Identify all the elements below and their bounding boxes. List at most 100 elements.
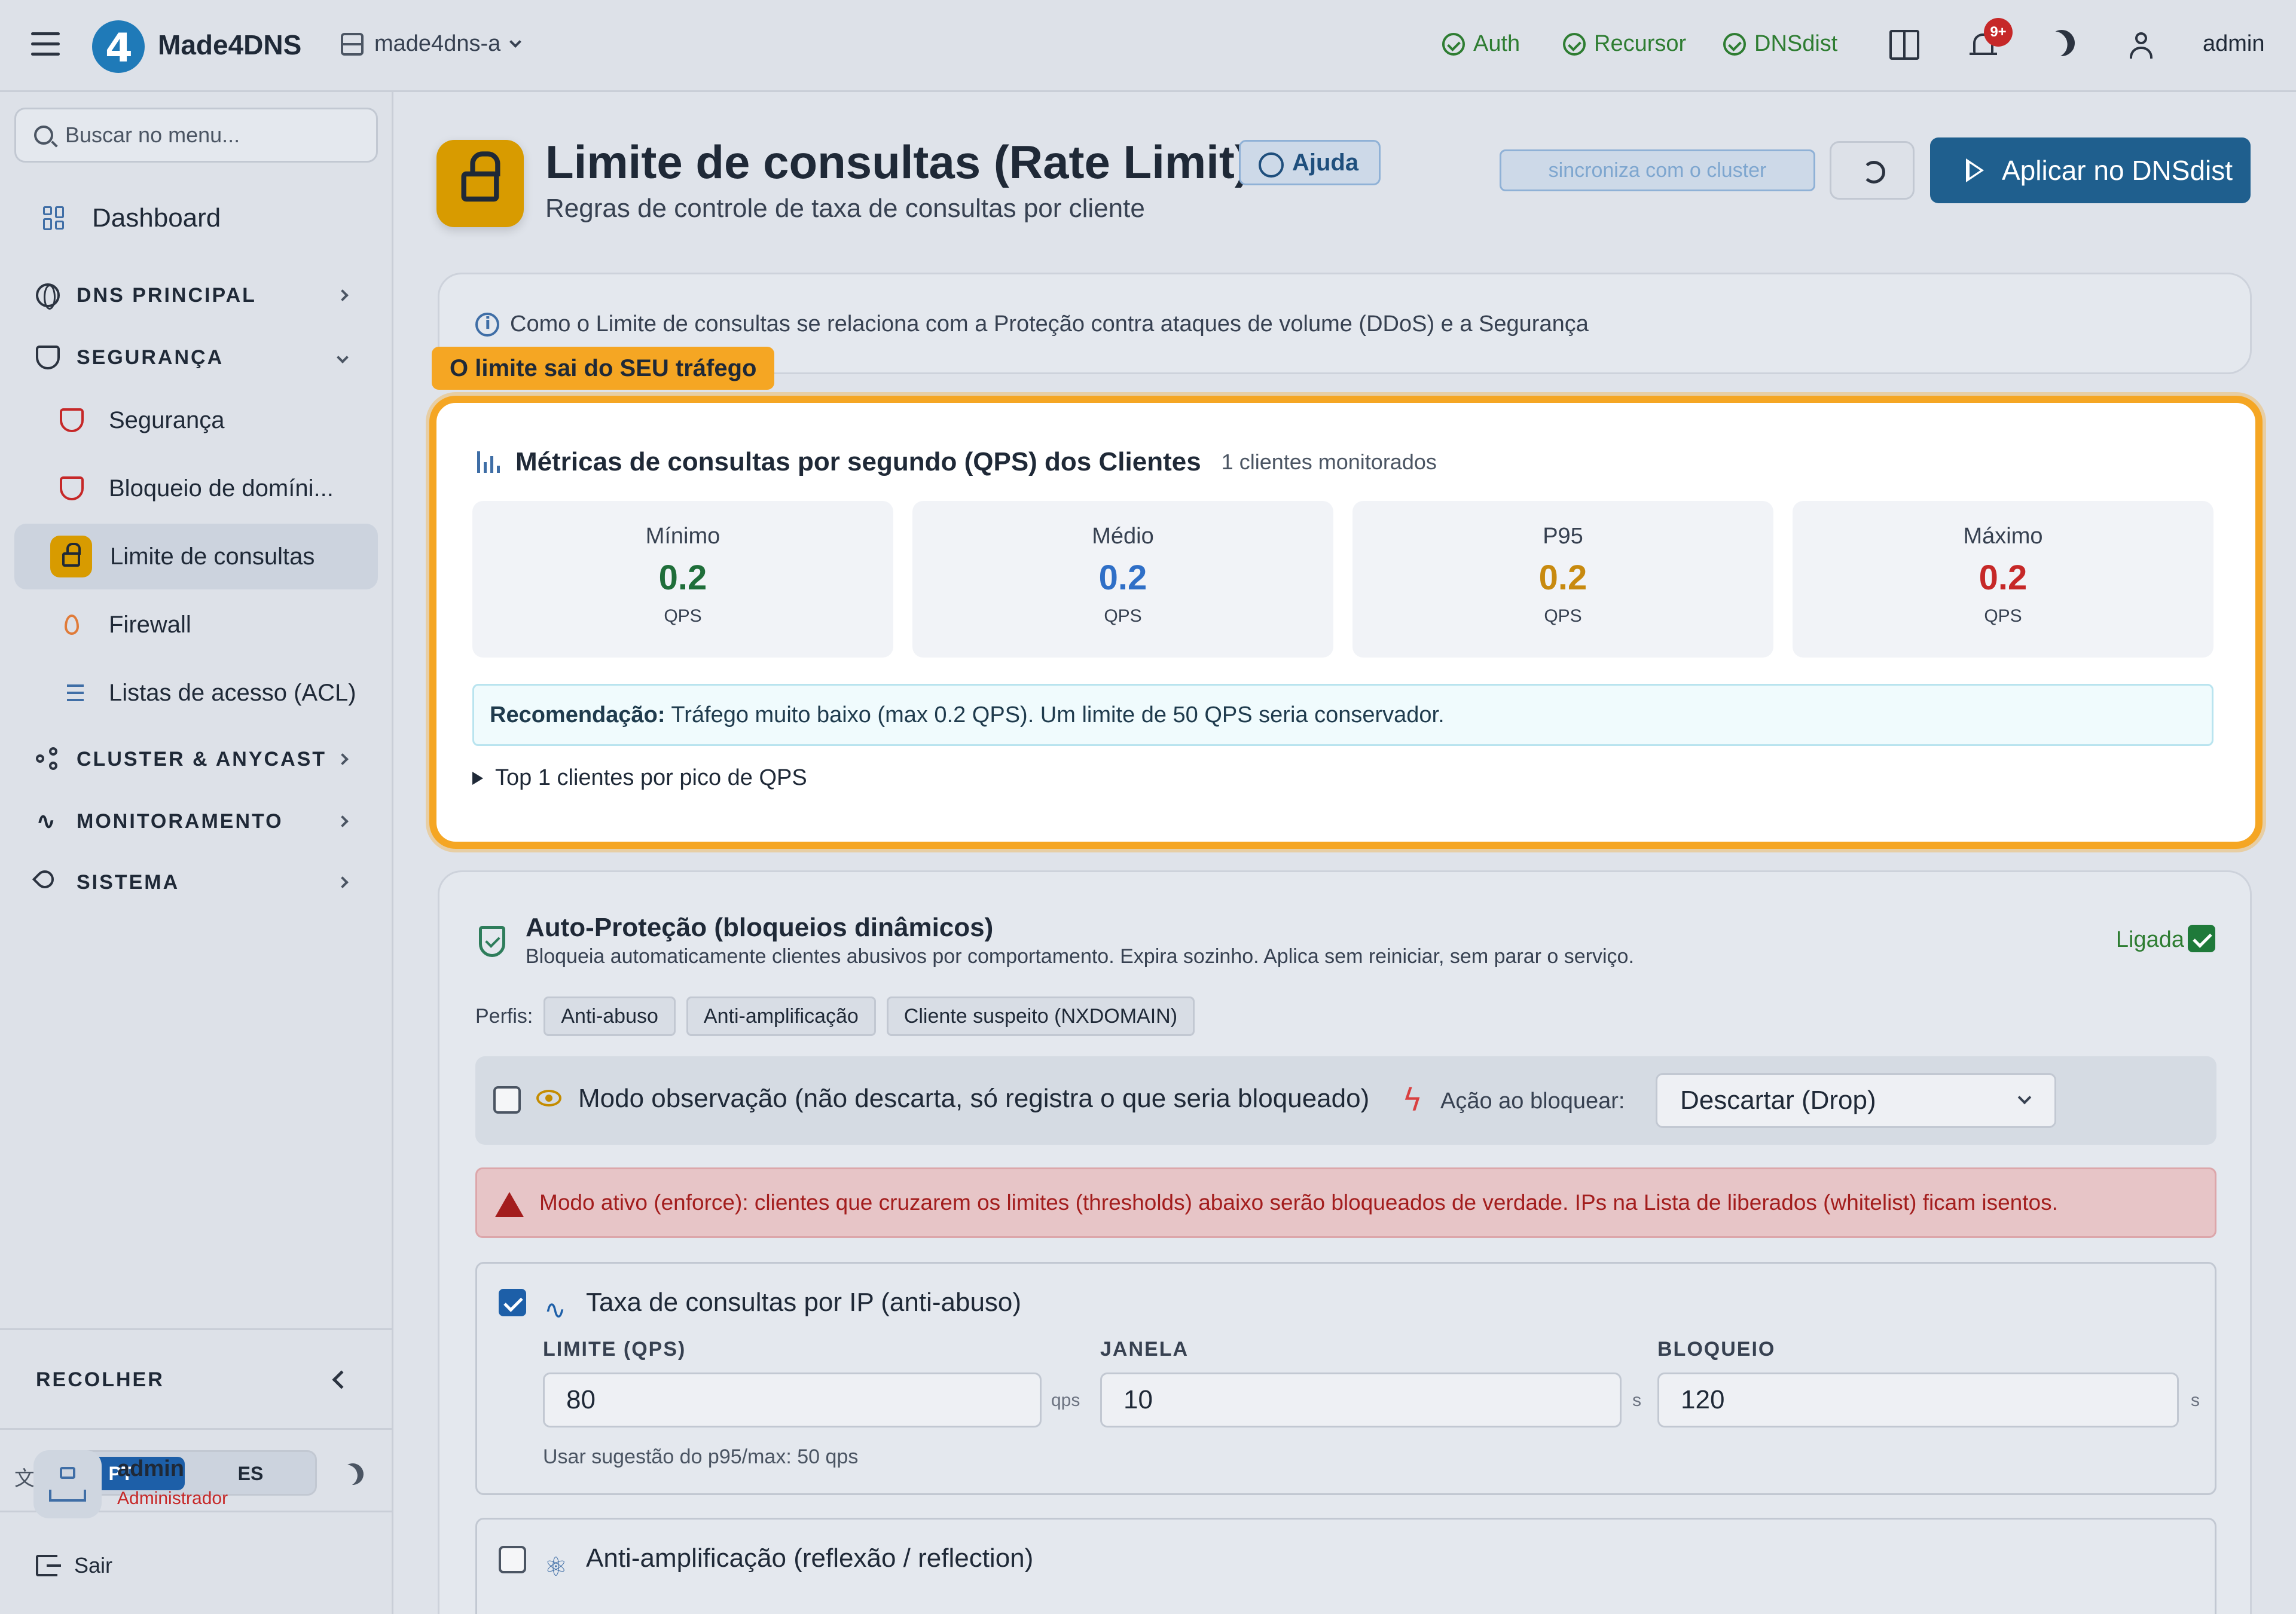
chevron-right-icon <box>337 876 349 888</box>
stat-value: 0.2 <box>1098 558 1147 597</box>
sidebar-item-dashboard[interactable]: Dashboard <box>14 196 378 240</box>
list-check-icon <box>60 681 84 705</box>
stat-label: Médio <box>1092 524 1154 549</box>
sidebar-item-acl[interactable]: Listas de acesso (ACL) <box>14 660 378 726</box>
lang-es-button[interactable]: ES <box>191 1457 310 1490</box>
info-text: Como o Limite de consultas se relaciona … <box>510 311 1589 337</box>
collapse-sidebar-button[interactable]: RECOLHER <box>0 1328 392 1430</box>
sidebar-item-label: Limite de consultas <box>110 543 315 570</box>
window-input[interactable]: 10 <box>1100 1372 1622 1427</box>
moon-icon[interactable] <box>2044 25 2080 61</box>
profile-anti-abuse[interactable]: Anti-abuso <box>544 996 676 1036</box>
profile-suspicious-client[interactable]: Cliente suspeito (NXDOMAIN) <box>886 996 1195 1036</box>
status-label: Recursor <box>1594 31 1687 56</box>
user-role: Administrador <box>117 1488 228 1508</box>
sidebar-section-monitoring[interactable]: ∿ MONITORAMENTO <box>14 803 378 839</box>
share-icon <box>36 747 60 771</box>
sidebar-section-dns[interactable]: DNS PRINCIPAL <box>14 277 378 313</box>
book-icon[interactable] <box>1889 30 1919 60</box>
enabled-checkbox[interactable] <box>2188 925 2215 952</box>
stat-min: Mínimo 0.2 QPS <box>472 501 893 658</box>
status-label: Auth <box>1473 31 1521 56</box>
status-dnsdist[interactable]: DNSdist <box>1723 31 1837 57</box>
window-unit: s <box>1632 1390 1641 1410</box>
search-input[interactable]: Buscar no menu... <box>14 108 378 163</box>
warning-text: Modo ativo (enforce): clientes que cruza… <box>539 1190 2058 1215</box>
bolt-icon: ϟ <box>1402 1083 1423 1118</box>
section-label: CLUSTER & ANYCAST <box>77 747 327 771</box>
chevron-right-icon <box>337 815 349 827</box>
user-menu[interactable]: admin <box>2203 31 2265 57</box>
stat-max: Máximo 0.2 QPS <box>1793 501 2213 658</box>
observation-mode-checkbox[interactable] <box>493 1086 521 1114</box>
logout-label: Sair <box>74 1553 113 1578</box>
rule-anti-abuse: ∿ Taxa de consultas por IP (anti-abuso) … <box>475 1262 2216 1495</box>
translate-icon: 文 <box>14 1468 35 1490</box>
sync-cluster-button[interactable]: sincroniza com o cluster <box>1500 149 1815 191</box>
activity-icon: ∿ <box>544 1295 566 1325</box>
sidebar-item-label: Segurança <box>109 406 225 433</box>
user-name: admin <box>117 1456 184 1481</box>
block-label: BLOQUEIO <box>1657 1338 1776 1361</box>
search-icon <box>34 126 53 145</box>
apply-label: Aplicar no DNSdist <box>2002 155 2233 186</box>
shield-icon <box>60 476 84 500</box>
recommendation-box: Recomendação: Tráfego muito baixo (max 0… <box>472 684 2213 746</box>
rule-anti-amplification-checkbox[interactable] <box>499 1546 526 1573</box>
profiles-label: Perfis: <box>475 1004 533 1028</box>
menu-icon[interactable] <box>31 32 60 56</box>
stat-label: Mínimo <box>645 524 720 549</box>
block-input[interactable]: 120 <box>1657 1372 2179 1427</box>
apply-dnsdist-button[interactable]: Aplicar no DNSdist <box>1930 137 2251 203</box>
top-bar: Made4DNS made4dns-a Auth Recursor DNSdis… <box>0 0 2296 92</box>
user-icon[interactable] <box>2126 30 2156 60</box>
sidebar-item-rate-limit[interactable]: Limite de consultas <box>14 524 378 589</box>
stat-label: P95 <box>1543 524 1583 549</box>
action-select[interactable]: Descartar (Drop) <box>1656 1073 2056 1128</box>
chevron-down-icon <box>337 351 349 363</box>
metrics-title: Métricas de consultas por segundo (QPS) … <box>515 447 1201 476</box>
help-button[interactable]: Ajuda <box>1239 140 1381 185</box>
stat-unit: QPS <box>1104 606 1142 626</box>
window-label: JANELA <box>1100 1338 1189 1361</box>
sidebar-section-security[interactable]: SEGURANÇA <box>14 340 378 375</box>
sidebar-item-firewall[interactable]: Firewall <box>14 592 378 658</box>
auto-protection-card: Auto-Proteção (bloqueios dinâmicos) Bloq… <box>438 870 2252 1614</box>
chevron-left-icon <box>332 1370 351 1389</box>
sidebar-item-domain-block[interactable]: Bloqueio de domíni... <box>14 456 378 521</box>
avatar <box>33 1450 102 1518</box>
caret-right-icon <box>472 771 483 785</box>
use-suggestion-link[interactable]: Usar sugestão do p95/max: 50 qps <box>543 1445 858 1469</box>
status-recursor[interactable]: Recursor <box>1563 31 1686 57</box>
sidebar-item-seguranca[interactable]: Segurança <box>14 387 378 453</box>
sidebar-item-label: Dashboard <box>92 203 221 233</box>
sidebar-section-cluster[interactable]: CLUSTER & ANYCAST <box>14 741 378 777</box>
top-clients-toggle[interactable]: Top 1 clientes por pico de QPS <box>472 765 807 791</box>
sidebar-section-system[interactable]: SISTEMA <box>14 864 378 900</box>
recommendation-text: Tráfego muito baixo (max 0.2 QPS). Um li… <box>671 702 1445 727</box>
profiles-row: Perfis: Anti-abuso Anti-amplificação Cli… <box>475 996 1195 1036</box>
sidebar-item-label: Bloqueio de domíni... <box>109 475 334 502</box>
refresh-button[interactable] <box>1830 141 1915 200</box>
enforce-warning: Modo ativo (enforce): clientes que cruza… <box>475 1167 2216 1264</box>
moon-icon[interactable] <box>338 1459 367 1488</box>
section-label: DNS PRINCIPAL <box>77 283 257 307</box>
check-circle-icon <box>1563 32 1586 56</box>
brand-name: Made4DNS <box>158 29 302 60</box>
profile-anti-amplification[interactable]: Anti-amplificação <box>686 996 876 1036</box>
status-auth[interactable]: Auth <box>1442 31 1520 57</box>
limit-input[interactable]: 80 <box>543 1372 1042 1427</box>
rule-anti-abuse-checkbox[interactable] <box>499 1289 526 1316</box>
recommendation-label: Recomendação: <box>490 702 665 727</box>
collapse-label: RECOLHER <box>36 1368 164 1391</box>
page-lock-icon <box>436 140 524 227</box>
logout-button[interactable]: Sair <box>36 1553 112 1578</box>
globe-icon <box>36 283 60 310</box>
chevron-right-icon <box>337 289 349 301</box>
check-circle-icon <box>1442 32 1465 56</box>
top-clients-label: Top 1 clientes por pico de QPS <box>495 765 807 790</box>
rule-anti-amplification: ⚛ Anti-amplificação (reflexão / reflecti… <box>475 1518 2216 1614</box>
server-selector[interactable]: made4dns-a <box>341 31 522 57</box>
section-label: SISTEMA <box>77 870 180 894</box>
stat-value: 0.2 <box>1538 558 1587 597</box>
